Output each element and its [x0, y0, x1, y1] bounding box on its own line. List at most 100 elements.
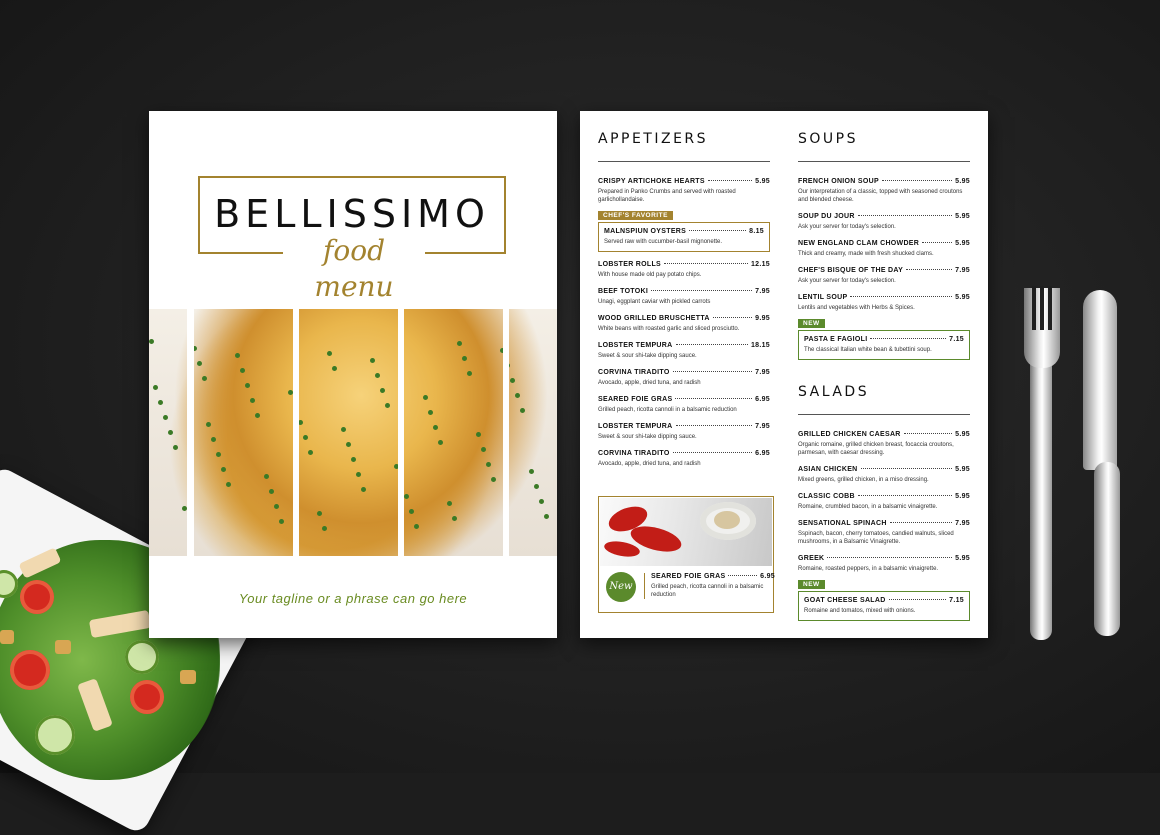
menu-item-price: 5.95 [955, 240, 970, 247]
sauce-bowl [700, 502, 756, 540]
menu-item-description: Sweet & sour shi-take dipping sauce. [598, 353, 697, 359]
menu-item: SEARED FOIE GRAS 6.95 Grilled peach, ricot… [598, 396, 770, 414]
menu-item-name: LENTIL SOUP [798, 294, 848, 301]
menu-item: CHEF'S BISQUE OF THE DAY 7.95 Ask your ser… [798, 267, 970, 285]
appetizers-column: APPETIZERS CRISPY ARTICHOKE HEARTS 5.95 Pr… [598, 111, 770, 468]
menu-item-name: PASTA E FAGIOLI [804, 336, 868, 343]
menu-item-description: White beans with roasted garlic and slic… [598, 326, 740, 332]
menu-item-name: GRILLED CHICKEN CAESAR [798, 431, 901, 438]
menu-item-name: BEEF TOTOKI [598, 288, 649, 295]
menu-item-description: Sspinach, bacon, cherry tomatoes, candie… [798, 531, 954, 545]
dot-leader [881, 180, 953, 181]
menu-item-name: CORVINA TIRADITO [598, 369, 670, 376]
dot-leader [857, 215, 953, 216]
menu-item-name: WOOD GRILLED BRUSCHETTA [598, 315, 710, 322]
cucumber-slice [125, 640, 159, 674]
menu-item: NEW ENGLAND CLAM CHOWDER 5.95 Thick and cr… [798, 240, 970, 258]
menu-item-price: 9.95 [755, 315, 770, 322]
dot-leader [850, 296, 953, 297]
menu-item-price: 7.15 [949, 597, 964, 604]
dot-leader [712, 317, 753, 318]
menu-item-description: Prepared in Panko Crumbs and served with… [598, 189, 736, 203]
menu-item-name: GREEK [798, 555, 825, 562]
menu-item-price: 5.95 [955, 493, 970, 500]
menu-item: FRENCH ONION SOUP 5.95 Our interpretation … [798, 178, 970, 204]
menu-item-description: The classical Italian white bean & tubet… [804, 347, 932, 353]
menu-item-description: Lentils and vegetables with Herbs & Spic… [798, 305, 915, 311]
photo-strip [194, 309, 293, 556]
dot-leader [906, 269, 953, 270]
menu-cover-page: BELLISSIMO food menu Your tagline or a p… [149, 111, 557, 638]
menu-item: LOBSTER TEMPURA 7.95 Sweet & sour shi-take… [598, 423, 770, 441]
dot-leader [860, 468, 953, 469]
dot-leader [857, 495, 953, 496]
fork-tine-gap [1032, 286, 1036, 330]
dot-leader [675, 425, 753, 426]
lobster-photo [600, 498, 772, 566]
menu-item-name: SOUP DU JOUR [798, 213, 855, 220]
menu-item: MALNSPIUN OYSTERS 8.15 Served raw with cuc… [598, 222, 770, 252]
dot-leader [672, 371, 753, 372]
menu-item-row: SENSATIONAL SPINACH 7.95 [798, 520, 970, 527]
menu-item: LOBSTER TEMPURA 18.15 Sweet & sour shi-tak… [598, 342, 770, 360]
menu-item: CRISPY ARTICHOKE HEARTS 5.95 Prepared in P… [598, 178, 770, 204]
menu-item-name: MALNSPIUN OYSTERS [604, 228, 687, 235]
menu-item-row: LOBSTER TEMPURA 18.15 [598, 342, 770, 349]
menu-item-row: ASIAN CHICKEN 5.95 [798, 466, 970, 473]
featured-item-text: SEARED FOIE GRAS 6.95 Grilled peach, ric… [644, 573, 775, 599]
menu-item-price: 7.95 [955, 267, 970, 274]
menu-item-name: NEW ENGLAND CLAM CHOWDER [798, 240, 920, 247]
menu-item-row: WOOD GRILLED BRUSCHETTA 9.95 [598, 315, 770, 322]
menu-item: PASTA E FAGIOLI 7.15 The classical Italian… [798, 330, 970, 360]
dot-leader [827, 557, 953, 558]
menu-item-description: Mixed greens, grilled chicken, in a miso… [798, 477, 929, 483]
menu-item-row: GOAT CHEESE SALAD 7.15 [804, 597, 964, 604]
menu-item-price: 7.95 [755, 288, 770, 295]
menu-item-price: 6.95 [755, 396, 770, 403]
menu-item-description: Romaine, roasted peppers, in a balsamic … [798, 566, 939, 572]
menu-item-name: LOBSTER TEMPURA [598, 423, 673, 430]
menu-item-price: 5.95 [955, 555, 970, 562]
menu-item-price: 5.95 [955, 466, 970, 473]
crouton [0, 630, 14, 644]
menu-item-price: 7.15 [949, 336, 964, 343]
dot-leader [922, 242, 953, 243]
menu-item-description: Organic romaine, grilled chicken breast,… [798, 442, 954, 456]
dot-leader [707, 180, 753, 181]
dot-leader [889, 522, 953, 523]
dot-leader [689, 230, 747, 231]
menu-item: CORVINA TIRADITO 6.95 Avocado, apple, drie… [598, 450, 770, 468]
menu-item-row: CRISPY ARTICHOKE HEARTS 5.95 [598, 178, 770, 185]
menu-item-price: 5.95 [955, 213, 970, 220]
dot-leader [675, 398, 753, 399]
menu-item: WOOD GRILLED BRUSCHETTA 9.95 White beans w… [598, 315, 770, 333]
tagline: Your tagline or a phrase can go here [238, 591, 468, 606]
tomato-slice [20, 580, 54, 614]
menu-item-description: Sweet & sour shi-take dipping sauce. [598, 434, 697, 440]
chicken-piece [88, 609, 152, 639]
salads-list: GRILLED CHICKEN CAESAR 5.95 Organic romain… [798, 431, 970, 621]
menu-item-price: 18.15 [750, 342, 770, 349]
menu-item-price: 5.95 [955, 431, 970, 438]
salads-heading: SALADS [798, 384, 870, 400]
soups-list: FRENCH ONION SOUP 5.95 Our interpretation … [798, 178, 970, 360]
new-badge: New [606, 572, 636, 602]
photo-strip [509, 309, 557, 556]
pasta-photo [149, 309, 557, 556]
menu-item-name: LOBSTER TEMPURA [598, 342, 673, 349]
menu-item-price: 5.95 [955, 178, 970, 185]
lobster-claw [603, 538, 641, 560]
dot-leader [728, 575, 758, 576]
menu-item: LOBSTER ROLLS 12.15 With house made old pa… [598, 261, 770, 279]
menu-item-row: BEEF TOTOKI 7.95 [598, 288, 770, 295]
menu-item-description: Romaine, crumbled bacon, in a balsamic v… [798, 504, 938, 510]
menu-item-description: Thick and creamy, made with fresh shucke… [798, 251, 934, 257]
menu-item: LENTIL SOUP 5.95 Lentils and vegetables wi… [798, 294, 970, 312]
menu-item-row: GRILLED CHICKEN CAESAR 5.95 [798, 431, 970, 438]
photo-strip [404, 309, 503, 556]
menu-item-description: Grilled peach, ricotta cannoli in a bals… [598, 407, 737, 413]
menu-item: ASIAN CHICKEN 5.95 Mixed greens, grilled c… [798, 466, 970, 484]
fork-tine-gap [1048, 286, 1052, 330]
menu-item-price: 7.95 [755, 423, 770, 430]
item-badge: NEW [798, 319, 825, 328]
